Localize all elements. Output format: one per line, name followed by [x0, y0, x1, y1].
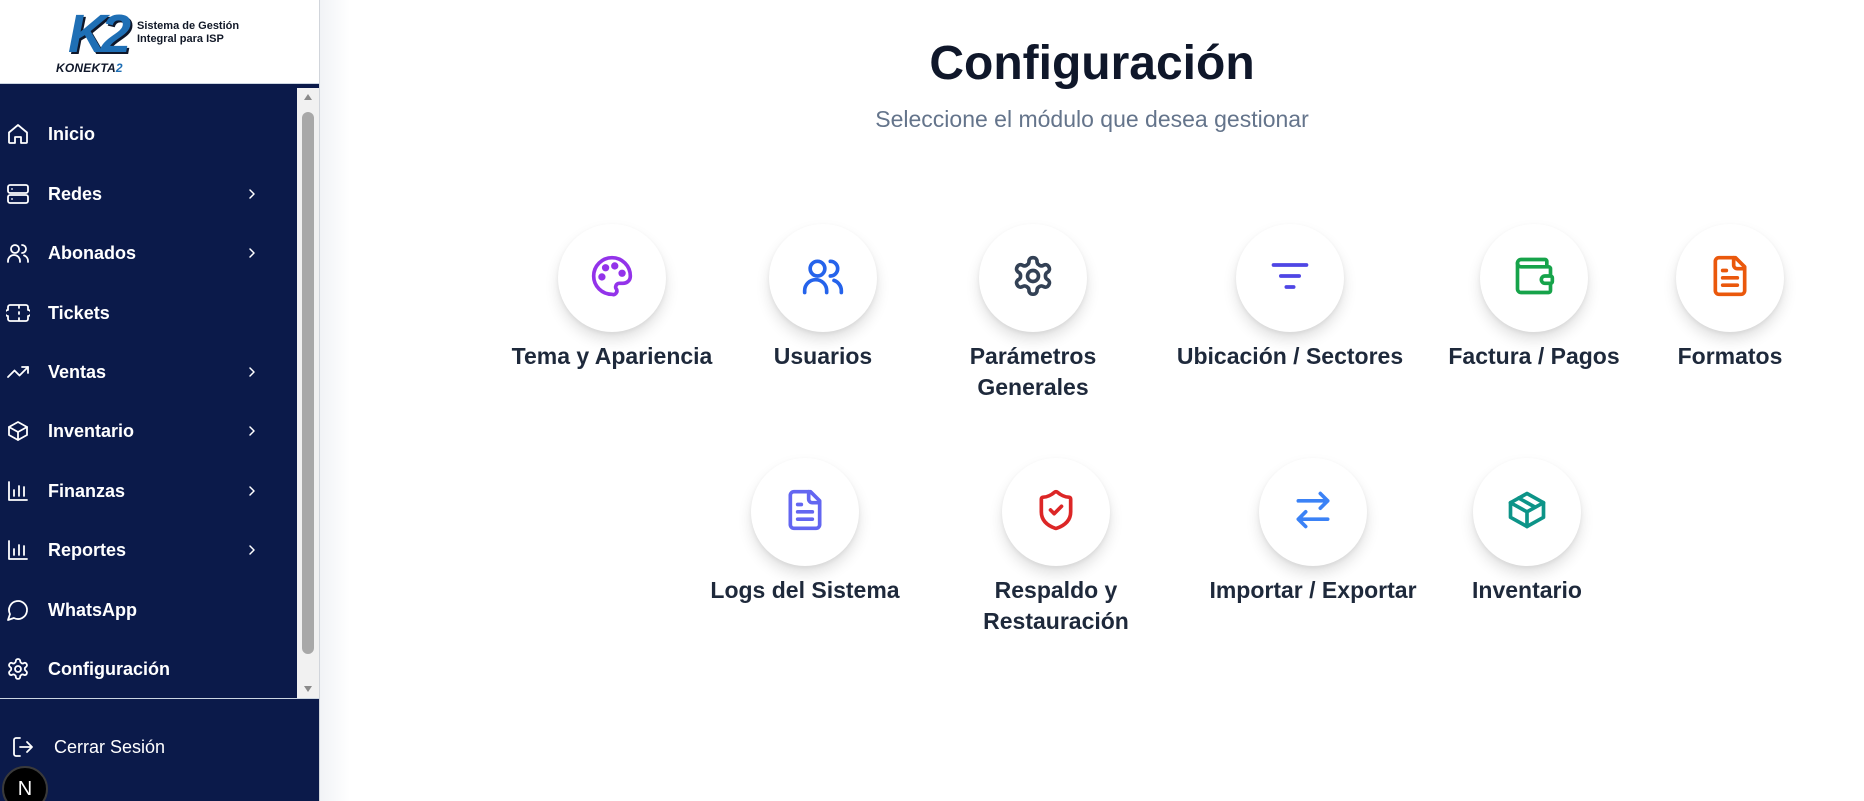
chevron-right-icon: [244, 423, 260, 439]
brand-tagline: Sistema de Gestión Integral para ISP: [137, 20, 240, 45]
sidebar-item-label: Inicio: [48, 123, 96, 144]
sidebar-item-label: WhatsApp: [48, 599, 137, 620]
sidebar-item-reportes[interactable]: Reportes: [0, 526, 296, 574]
module-icon-circle: [1002, 458, 1110, 566]
bar-chart-icon: [5, 478, 31, 504]
chevron-right-icon: [244, 245, 260, 261]
sidebar-item-finanzas[interactable]: Finanzas: [0, 467, 296, 515]
logo[interactable]: K2 KONEKTA2: [56, 4, 132, 75]
logout-button[interactable]: Cerrar Sesión: [0, 725, 319, 769]
sidebar-item-label: Reportes: [48, 539, 127, 560]
logout-icon: [11, 735, 37, 761]
module-label: Parámetros Generales: [969, 343, 1097, 400]
bar-chart-icon: [5, 537, 31, 563]
logo-name-suffix: 2: [115, 61, 123, 75]
sidebar-item-ventas[interactable]: Ventas: [0, 348, 296, 396]
app-window: K2 KONEKTA2 Sistema de Gestión Integral …: [0, 0, 1864, 801]
sidebar-item-configuracion[interactable]: Configuración: [0, 645, 296, 693]
ticket-icon: [5, 300, 31, 326]
module-icon-circle: [751, 458, 859, 566]
file-text-icon: [1708, 254, 1752, 303]
filter-icon: [1268, 254, 1312, 303]
module-label: Logs del Sistema: [710, 577, 900, 603]
gear-icon: [1011, 254, 1055, 303]
arrows-exchange-icon: [1291, 488, 1335, 537]
box-icon: [5, 418, 31, 444]
module-label: Inventario: [1472, 577, 1582, 603]
page-subtitle: Seleccione el módulo que desea gestionar: [875, 106, 1309, 132]
sidebar-item-label: Configuración: [48, 658, 170, 679]
chevron-right-icon: [244, 483, 260, 499]
users-icon: [801, 254, 845, 303]
shield-check-icon: [1034, 488, 1078, 537]
brand-header: K2 KONEKTA2 Sistema de Gestión Integral …: [0, 0, 319, 84]
module-icon-circle: [1676, 224, 1784, 332]
scrollbar-thumb[interactable]: [302, 112, 314, 654]
dev-badge[interactable]: N: [2, 766, 48, 801]
module-label: Respaldo y Restauración: [983, 577, 1129, 634]
module-label: Ubicación / Sectores: [1176, 343, 1404, 369]
scroll-up-arrow-icon[interactable]: [297, 88, 319, 106]
sidebar-item-inicio[interactable]: Inicio: [0, 110, 296, 158]
module-icon-circle: [1473, 458, 1581, 566]
page-title: Configuración: [929, 37, 1255, 90]
sidebar-divider: [0, 698, 319, 699]
sidebar-item-redes[interactable]: Redes: [0, 170, 296, 218]
sidebar-item-tickets[interactable]: Tickets: [0, 289, 296, 337]
trending-up-icon: [5, 359, 31, 385]
logo-name-prefix: KONEKTA: [56, 61, 116, 75]
users-icon: [5, 240, 31, 266]
sidebar-item-whatsapp[interactable]: WhatsApp: [0, 586, 296, 634]
module-icon-circle: [979, 224, 1087, 332]
chevron-right-icon: [244, 542, 260, 558]
sidebar-item-label: Finanzas: [48, 480, 126, 501]
module-icon-circle: [558, 224, 666, 332]
message-circle-icon: [5, 597, 31, 623]
logo-name: KONEKTA2: [56, 61, 123, 75]
module-label: Usuarios: [773, 343, 873, 369]
sidebar-item-abonados[interactable]: Abonados: [0, 229, 296, 277]
logo-mark: K2: [68, 4, 131, 64]
sidebar-item-label: Inventario: [48, 420, 135, 441]
sidebar-nav: Inicio Redes Abonados Tickets Ventas Inv…: [0, 88, 296, 698]
home-icon: [5, 121, 31, 147]
chevron-right-icon: [244, 186, 260, 202]
main-content: Configuración Seleccione el módulo que d…: [320, 0, 1864, 801]
sidebar-item-label: Ventas: [48, 361, 107, 382]
module-icon-circle: [1259, 458, 1367, 566]
sidebar-scrollbar[interactable]: [297, 88, 319, 698]
sidebar-item-label: Tickets: [48, 302, 110, 323]
scroll-down-arrow-icon[interactable]: [297, 680, 319, 698]
module-label: Importar / Exportar: [1209, 577, 1417, 603]
sidebar-item-label: Abonados: [48, 242, 136, 263]
file-text-icon: [783, 488, 827, 537]
module-label: Tema y Apariencia: [511, 343, 713, 369]
logout-label: Cerrar Sesión: [54, 737, 166, 757]
module-icon-circle: [769, 224, 877, 332]
palette-icon: [590, 254, 634, 303]
module-icon-circle: [1480, 224, 1588, 332]
sidebar: K2 KONEKTA2 Sistema de Gestión Integral …: [0, 0, 320, 801]
sidebar-item-inventario[interactable]: Inventario: [0, 407, 296, 455]
gear-icon: [5, 656, 31, 682]
sidebar-item-label: Redes: [48, 183, 103, 204]
chevron-right-icon: [244, 364, 260, 380]
module-icon-circle: [1236, 224, 1344, 332]
module-label: Formatos: [1677, 343, 1783, 369]
wallet-icon: [1512, 254, 1556, 303]
box-icon: [1505, 488, 1549, 537]
server-icon: [5, 181, 31, 207]
